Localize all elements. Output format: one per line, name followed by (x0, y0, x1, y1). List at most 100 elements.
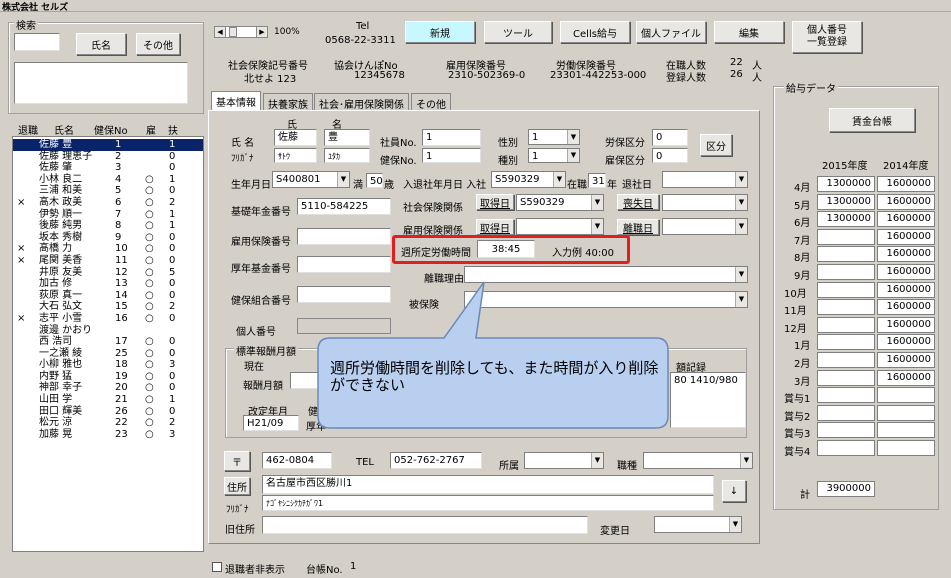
salary-cell[interactable]: 1600000 (877, 299, 935, 316)
edit-button[interactable]: 編集 (714, 21, 784, 43)
list-item[interactable]: 後藤 純男 8 ○ 1 (13, 220, 203, 232)
soshitsu-button[interactable]: 喪失日 (617, 194, 659, 210)
list-item[interactable]: 内野 猛 19 ○ 0 (13, 371, 203, 383)
salary-cell[interactable]: 1300000 (817, 176, 875, 192)
last-name-field[interactable]: 佐藤 (274, 129, 317, 146)
chevron-down-icon[interactable]: ▼ (591, 219, 603, 234)
shokushu-select[interactable]: ▼ (643, 452, 753, 469)
wage-ledger-button[interactable]: 賃金台帳 (829, 108, 915, 132)
salary-cell[interactable] (877, 387, 935, 404)
name-search-button[interactable]: 氏名 (76, 33, 126, 55)
tab-dependents[interactable]: 扶養家族 (263, 93, 313, 111)
list-item[interactable]: × 髙木 政美 6 ○ 2 (13, 197, 203, 209)
scroll-control[interactable]: ◀ ▶ (214, 26, 268, 38)
address-kana-field[interactable]: ﾅｺﾞﾔｼﾆｼｸｶﾁｶﾞﾜ1 (262, 495, 714, 511)
salary-cell[interactable] (817, 316, 875, 333)
kubun-button[interactable]: 区分 (700, 134, 732, 156)
list-item[interactable]: × 尾関 美香 11 ○ 0 (13, 255, 203, 267)
salary-cell[interactable]: 1600000 (877, 281, 935, 298)
salary-cell[interactable] (817, 404, 875, 421)
list-item[interactable]: 井原 友美 12 ○ 5 (13, 267, 203, 279)
soshitsu-select[interactable]: ▼ (662, 194, 748, 211)
salary-cell[interactable]: 1600000 (877, 334, 935, 351)
personal-file-button[interactable]: 個人ファイル (636, 21, 706, 43)
shutoku2-button[interactable]: 取得日 (476, 219, 514, 235)
other-search-button[interactable]: その他 (136, 33, 180, 55)
salary-cell[interactable] (877, 404, 935, 421)
shutoku-button[interactable]: 取得日 (476, 194, 514, 210)
salary-cell[interactable] (817, 352, 875, 368)
salary-cell[interactable]: 1300000 (817, 211, 875, 228)
salary-cell[interactable]: 1600000 (877, 211, 935, 228)
gender-select[interactable]: 1 ▼ (528, 129, 580, 145)
kiso-field[interactable]: 5110-584225 (297, 198, 391, 215)
scroll-left-icon[interactable]: ◀ (215, 27, 226, 37)
list-item[interactable]: 加藤 晃 23 ○ 3 (13, 429, 203, 441)
search-results-box[interactable] (14, 62, 188, 104)
salary-cell[interactable] (817, 299, 875, 316)
last-kana-field[interactable]: ｻﾄｳ (274, 148, 317, 163)
salary-cell[interactable] (817, 334, 875, 351)
address-field[interactable]: 名古屋市西区勝川1 (262, 475, 714, 494)
list-item[interactable]: × 志平 小雪 16 ○ 0 (13, 313, 203, 325)
chevron-down-icon[interactable]: ▼ (735, 292, 747, 307)
chevron-down-icon[interactable]: ▼ (591, 453, 603, 468)
list-item[interactable]: 三浦 和美 5 ○ 0 (13, 185, 203, 197)
salary-cell[interactable]: 1600000 (877, 228, 935, 245)
scroll-right-icon[interactable]: ▶ (256, 27, 267, 37)
salary-cell[interactable] (817, 422, 875, 439)
list-item[interactable]: 松元 涼 22 ○ 2 (13, 417, 203, 429)
list-item[interactable]: 大石 弘文 15 ○ 2 (13, 301, 203, 313)
salary-cell[interactable] (817, 228, 875, 245)
zip-button[interactable]: 〒 (224, 451, 250, 471)
weekly-hours-field[interactable]: 38:45 (477, 240, 535, 258)
list-item[interactable]: 佐藤 肇 3 0 (13, 162, 203, 174)
salary-cell[interactable] (817, 281, 875, 298)
list-item[interactable]: 渡邊 かおり (13, 325, 203, 337)
taisha-select[interactable]: ▼ (662, 171, 748, 188)
rishoku-select[interactable]: ▼ (662, 218, 748, 235)
search-input[interactable] (14, 33, 60, 51)
salary-cell[interactable] (817, 440, 875, 456)
chevron-down-icon[interactable]: ▼ (591, 195, 603, 210)
shutoku-select[interactable]: S590329 ▼ (516, 194, 604, 211)
new-button[interactable]: 新規 (405, 21, 475, 43)
shubetsu-select[interactable]: 1 ▼ (528, 148, 580, 163)
salary-cell[interactable]: 1600000 (877, 264, 935, 280)
chevron-down-icon[interactable]: ▼ (735, 172, 747, 187)
first-name-field[interactable]: 豊 (324, 129, 370, 146)
first-kana-field[interactable]: ﾕﾀｶ (324, 148, 370, 163)
salary-cell[interactable] (817, 369, 875, 386)
salary-cell[interactable]: 1600000 (877, 316, 935, 333)
salary-cell[interactable]: 1300000 (817, 193, 875, 210)
kenpo-no-field[interactable]: 1 (422, 148, 481, 163)
tel-field[interactable]: 052-762-2767 (390, 452, 482, 469)
list-item[interactable]: 西 浩司 17 ○ 0 (13, 336, 203, 348)
nyusha-select[interactable]: S590329 ▼ (491, 171, 566, 188)
list-item[interactable]: 坂本 秀樹 9 ○ 0 (13, 232, 203, 244)
arrow-down-button[interactable]: ↓ (722, 480, 746, 502)
chevron-down-icon[interactable]: ▼ (735, 195, 747, 210)
chevron-down-icon[interactable]: ▼ (740, 453, 752, 468)
rodo-kubun-field[interactable]: 0 (652, 129, 688, 146)
tab-insurance[interactable]: 社会･雇用保険関係 (314, 93, 409, 111)
salary-cell[interactable] (877, 422, 935, 439)
salary-cell[interactable] (817, 387, 875, 404)
personal-number-register-button[interactable]: 個人番号 一覧登録 (792, 21, 862, 53)
emp-no-field[interactable]: 1 (422, 129, 481, 146)
shozoku-select[interactable]: ▼ (524, 452, 604, 469)
salary-cell[interactable] (817, 264, 875, 280)
list-item[interactable]: 山田 学 21 ○ 1 (13, 394, 203, 406)
chevron-down-icon[interactable]: ▼ (729, 517, 741, 532)
tab-other[interactable]: その他 (411, 93, 451, 111)
chevron-down-icon[interactable]: ▼ (735, 219, 747, 234)
salary-cell[interactable] (817, 246, 875, 263)
list-item[interactable]: 神部 幸子 20 ○ 0 (13, 382, 203, 394)
tools-button[interactable]: ツール (484, 21, 552, 43)
kousei-field[interactable] (297, 256, 391, 273)
koyo-no-field[interactable] (297, 228, 391, 245)
list-item[interactable]: 田口 輝美 26 ○ 0 (13, 406, 203, 418)
chevron-down-icon[interactable]: ▼ (337, 172, 349, 187)
list-item[interactable]: 荻原 真一 14 ○ 0 (13, 290, 203, 302)
koyo-kubun-field[interactable]: 0 (652, 148, 688, 163)
